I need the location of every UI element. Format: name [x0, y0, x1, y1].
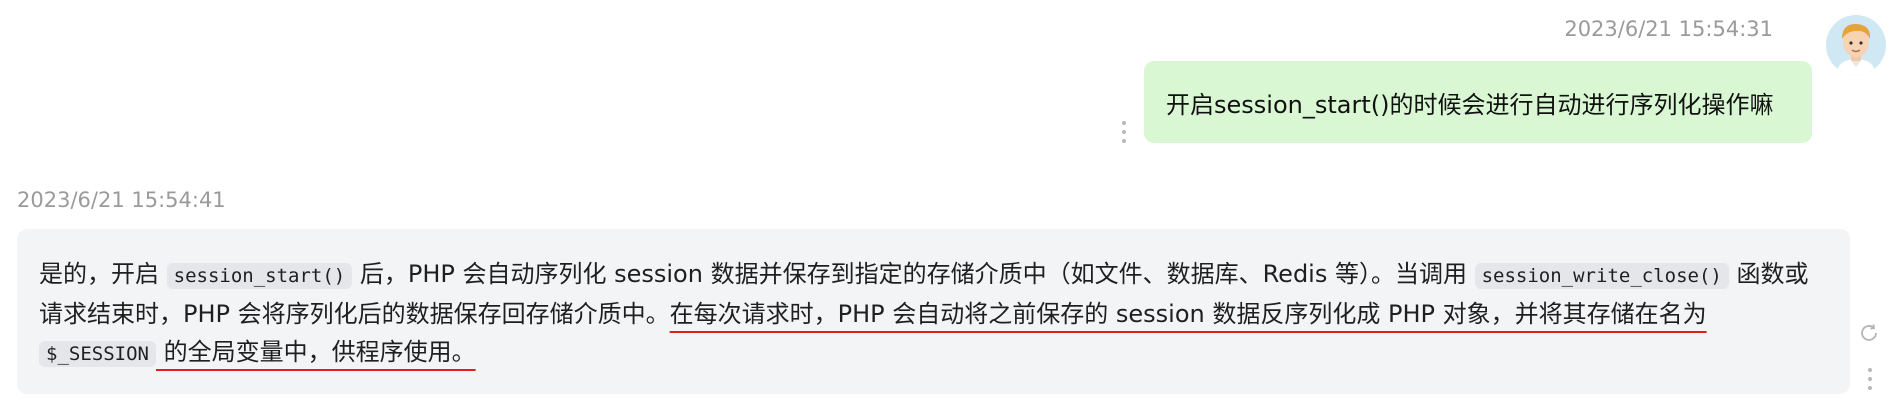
user-avatar-icon	[1826, 15, 1886, 75]
answer-text-2: 后，PHP 会自动序列化 session 数据并保存到指定的存储介质中（如文件、…	[352, 260, 1475, 288]
inline-code-session-var: $_SESSION	[39, 341, 156, 367]
user-message-timestamp: 2023/6/21 15:54:31	[1564, 17, 1773, 41]
bot-message-timestamp: 2023/6/21 15:54:41	[17, 188, 226, 212]
regenerate-icon[interactable]	[1858, 322, 1880, 344]
highlighted-text-2: 的全局变量中，供程序使用。	[155, 338, 476, 366]
more-vertical-icon[interactable]	[1121, 121, 1127, 143]
user-message-text: 开启session_start()的时候会进行自动进行序列化操作嘛	[1166, 90, 1774, 119]
bot-message-bubble: 是的，开启 session_start() 后，PHP 会自动序列化 sessi…	[17, 229, 1850, 394]
inline-code-session-write-close: session_write_close()	[1474, 263, 1729, 289]
bot-message-text: 是的，开启 session_start() 后，PHP 会自动序列化 sessi…	[39, 255, 1828, 373]
highlighted-text-1: 在每次请求时，PHP 会自动将之前保存的 session 数据反序列化成 PHP…	[669, 300, 1707, 328]
more-vertical-icon[interactable]	[1867, 368, 1873, 390]
user-message-bubble: 开启session_start()的时候会进行自动进行序列化操作嘛	[1144, 61, 1812, 143]
inline-code-session-start: session_start()	[166, 263, 353, 289]
answer-text-1: 是的，开启	[39, 260, 167, 288]
